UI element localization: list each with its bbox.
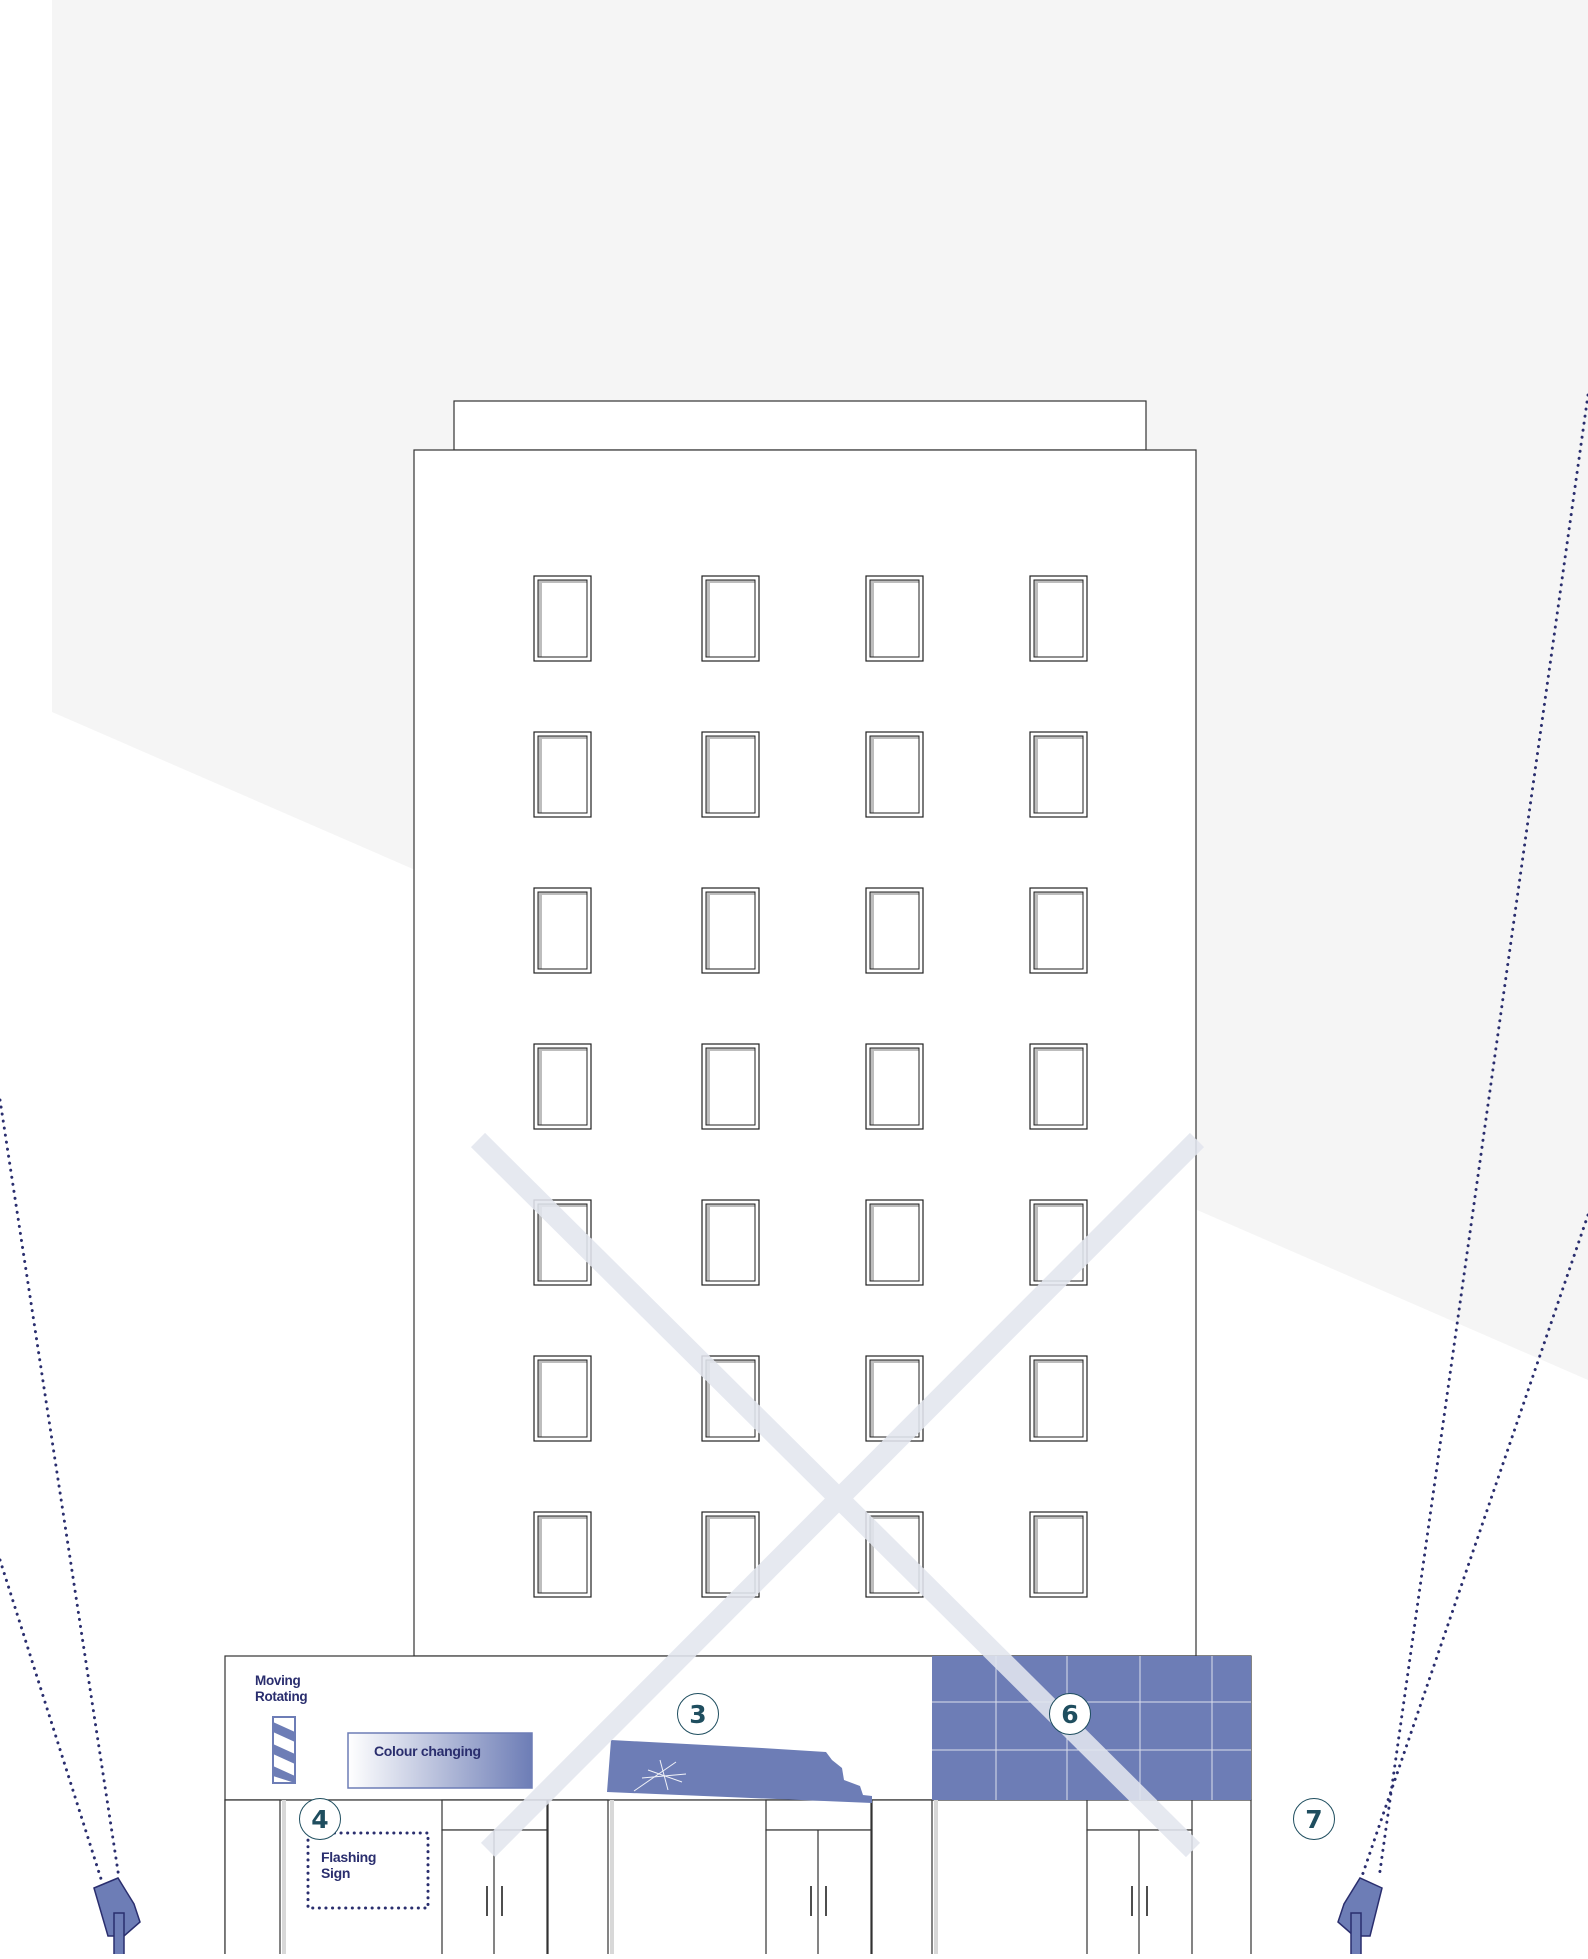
window: [865, 1199, 924, 1286]
window: [1029, 887, 1088, 974]
window: [533, 1043, 592, 1130]
double-door: [441, 1799, 548, 1959]
window: [701, 575, 760, 662]
building-illustration: [0, 0, 1588, 1959]
window: [1029, 1355, 1088, 1442]
marker-6: 6: [1049, 1693, 1091, 1735]
window: [865, 575, 924, 662]
roof-penthouse: [453, 400, 1147, 451]
window: [1029, 1043, 1088, 1130]
marker-7: 7: [1293, 1798, 1335, 1840]
double-door: [765, 1799, 872, 1959]
window: [1029, 731, 1088, 818]
window: [865, 1043, 924, 1130]
moving-rotating-label: Moving Rotating: [255, 1673, 308, 1704]
spotlight-right: [1337, 1877, 1383, 1959]
window: [1029, 1511, 1088, 1598]
grid-panel-sign: [932, 1656, 1251, 1800]
signage-elevation-diagram: Moving Rotating Colour changing Flashing…: [0, 0, 1588, 1959]
flashing-sign-label: Flashing Sign: [321, 1849, 377, 1881]
marker-3: 3: [677, 1693, 719, 1735]
window: [533, 1355, 592, 1442]
colour-changing-label: Colour changing: [374, 1743, 481, 1759]
spotlight-left: [93, 1877, 141, 1959]
rotating-pole-sign: [272, 1716, 296, 1784]
window: [701, 887, 760, 974]
window: [701, 731, 760, 818]
window: [533, 887, 592, 974]
window: [1029, 575, 1088, 662]
marker-4: 4: [299, 1798, 341, 1840]
window: [865, 731, 924, 818]
colour-changing-sign: [347, 1732, 533, 1789]
window: [533, 575, 592, 662]
window: [533, 1511, 592, 1598]
light-beams-left: [0, 1098, 121, 1884]
window: [701, 1199, 760, 1286]
window: [533, 731, 592, 818]
window: [701, 1043, 760, 1130]
window: [865, 887, 924, 974]
